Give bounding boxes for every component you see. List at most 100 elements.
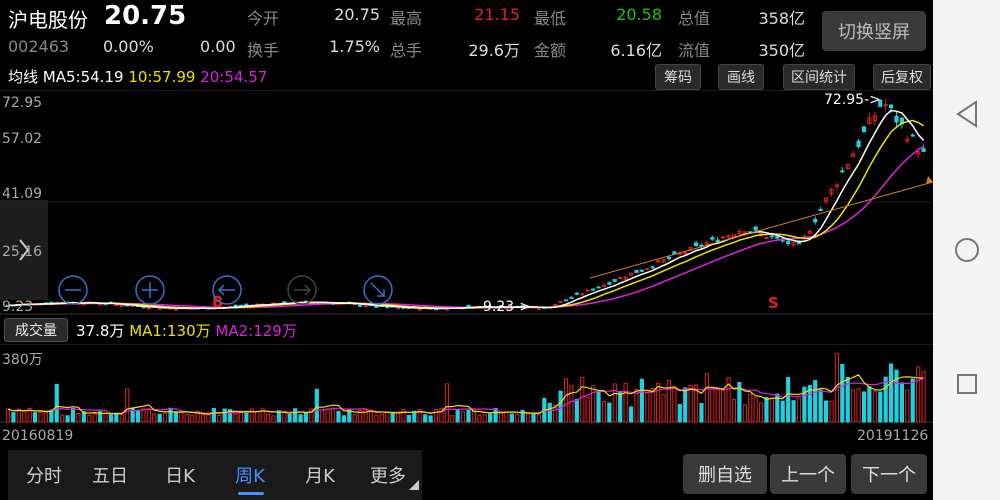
candle-body <box>157 307 162 310</box>
recent-apps-icon[interactable] <box>951 368 983 400</box>
low-marker: 9.23-> <box>483 299 531 315</box>
y-axis-label-top: 72.95 <box>2 95 43 111</box>
volume-chart[interactable] <box>0 344 933 424</box>
volume-bar <box>905 389 910 423</box>
candle-body <box>888 104 894 109</box>
tab-five-day[interactable]: 五日 <box>80 462 140 488</box>
volume-bar <box>379 413 384 423</box>
volume-legend: 成交量 37.8万 MA1:130万 MA2:129万 <box>0 317 933 343</box>
volume-bar <box>390 411 395 423</box>
ma-prefix: 均线 <box>8 68 39 86</box>
volume-bar <box>65 415 70 423</box>
volume-bar <box>612 383 617 423</box>
stock-price: 20.75 <box>104 1 187 31</box>
volume-bar <box>710 388 715 423</box>
volume-bar <box>818 389 823 423</box>
range-stats-button[interactable]: 区间统计 <box>783 64 855 90</box>
candle-body <box>645 267 650 270</box>
price-chart[interactable]: 72.95-> 9.23-> B S <box>0 90 933 315</box>
volume-bar <box>699 403 704 423</box>
system-navigation-bar <box>933 0 1000 500</box>
volume-bar <box>163 412 168 423</box>
volume-bar <box>515 414 520 423</box>
candle-body <box>666 256 672 260</box>
volume-bar <box>715 389 720 423</box>
candle-body <box>764 237 769 240</box>
candle-body <box>818 209 823 212</box>
draw-line-button[interactable]: 画线 <box>718 64 764 90</box>
volume-bar <box>433 409 439 423</box>
candle-body <box>769 235 774 238</box>
volume-bar <box>645 392 650 423</box>
back-icon[interactable] <box>951 98 983 130</box>
stat-label: 换手 <box>247 41 280 60</box>
candle-body <box>173 308 179 311</box>
volume-bar <box>878 391 883 423</box>
volume-bar <box>368 409 374 423</box>
stat-value: 358亿 <box>758 9 805 28</box>
zoom-in-icon[interactable] <box>135 275 165 305</box>
stat-label: 流值 <box>678 41 711 60</box>
candle-body <box>358 304 363 307</box>
candle-body <box>639 269 644 272</box>
volume-bar <box>146 408 151 423</box>
tab-monthly-k[interactable]: 月K <box>290 462 350 488</box>
stat-value: 29.6万 <box>468 41 520 60</box>
ma5-line <box>7 109 925 310</box>
volume-bar <box>60 414 65 423</box>
volume-bar <box>54 383 59 423</box>
volume-bar <box>135 409 141 423</box>
candle-body <box>813 218 818 223</box>
tab-daily-k[interactable]: 日K <box>150 462 210 488</box>
volume-bar <box>591 385 596 423</box>
volume-bar <box>336 410 341 423</box>
volume-indicator-button[interactable]: 成交量 <box>4 318 68 342</box>
volume-bar <box>211 407 216 423</box>
delete-watchlist-button[interactable]: 删自选 <box>683 454 767 494</box>
ma20-value: 20:54.57 <box>200 68 268 86</box>
previous-stock-button[interactable]: 上一个 <box>770 454 846 494</box>
candle-body <box>574 292 579 295</box>
y-axis-label-2: 57.02 <box>2 131 43 147</box>
candle-body <box>569 296 574 299</box>
next-stock-button[interactable]: 下一个 <box>851 454 927 494</box>
volume-current: 37.8万 <box>76 322 125 340</box>
ma10-line <box>7 119 924 310</box>
volume-bar <box>829 400 834 423</box>
stat-label: 最低 <box>534 9 567 28</box>
volume-bar <box>298 414 303 423</box>
chip-button[interactable]: 筹码 <box>655 64 701 90</box>
zoom-out-icon[interactable] <box>58 275 88 305</box>
volume-bar <box>152 413 157 423</box>
candle-body <box>786 240 791 245</box>
candle-body <box>395 306 401 309</box>
sell-signal: S <box>768 294 779 312</box>
home-icon[interactable] <box>951 234 983 266</box>
date-end: 20191126 <box>857 428 929 444</box>
volume-bar <box>683 387 688 423</box>
volume-bar <box>753 397 758 423</box>
volume-bar <box>666 379 672 423</box>
volume-bar <box>596 391 601 423</box>
jump-latest-icon[interactable] <box>363 275 393 305</box>
tab-intraday[interactable]: 分时 <box>14 462 74 488</box>
candle-body <box>656 260 661 263</box>
candle-body <box>693 242 699 247</box>
candle-body <box>650 266 655 269</box>
stat-label: 总手 <box>390 41 423 60</box>
switch-portrait-button[interactable]: 切换竖屏 <box>822 11 926 51</box>
volume-bar <box>504 411 509 423</box>
scroll-left-icon[interactable] <box>212 275 242 305</box>
volume-bar <box>293 408 298 423</box>
candle-body <box>363 305 368 308</box>
volume-bar <box>856 388 861 423</box>
y-axis-label-4: 25.16 <box>2 244 43 260</box>
ma10-value: 10:57.99 <box>128 68 196 86</box>
adjust-button[interactable]: 后复权 <box>873 64 931 90</box>
stock-code: 002463 <box>8 37 70 56</box>
volume-bar <box>704 373 709 423</box>
candle-body <box>466 304 471 307</box>
volume-bar <box>412 410 417 423</box>
tab-weekly-k[interactable]: 周K <box>220 462 280 488</box>
scroll-right-icon[interactable] <box>287 275 317 305</box>
